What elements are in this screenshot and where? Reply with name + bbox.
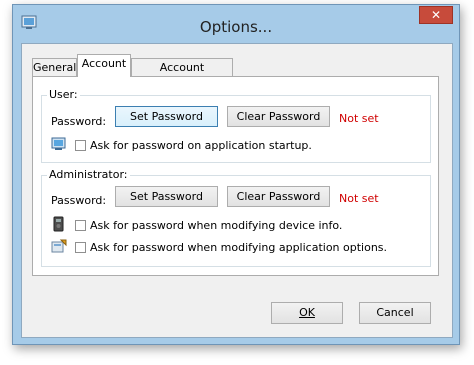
admin-password-label: Password: bbox=[51, 194, 107, 207]
admin-set-password-button[interactable]: Set Password bbox=[115, 186, 218, 207]
cancel-button-label: Cancel bbox=[376, 306, 414, 319]
tab-general[interactable]: General bbox=[32, 58, 77, 76]
monitor-icon bbox=[51, 137, 66, 150]
startup-password-label[interactable]: Ask for password on application startup. bbox=[90, 139, 312, 152]
user-password-label: Password: bbox=[51, 115, 107, 128]
device-info-password-checkbox[interactable] bbox=[75, 220, 86, 231]
dialog-client-area: General Account Account (Network) User: … bbox=[21, 43, 453, 338]
options-window: Options... ✕ General Account Account (Ne… bbox=[12, 4, 460, 345]
admin-clear-password-button[interactable]: Clear Password bbox=[227, 186, 330, 207]
admin-password-status: Not set bbox=[339, 192, 379, 205]
account-tab-panel: User: Password: Set Password Clear Passw… bbox=[32, 76, 439, 276]
user-set-password-button[interactable]: Set Password bbox=[115, 106, 218, 127]
app-options-password-checkbox[interactable] bbox=[75, 242, 86, 253]
close-icon: ✕ bbox=[430, 8, 442, 22]
ok-button-label: OK bbox=[299, 306, 315, 319]
user-clear-password-button[interactable]: Clear Password bbox=[227, 106, 330, 127]
tab-account[interactable]: Account bbox=[77, 54, 131, 77]
device-icon bbox=[53, 216, 64, 232]
settings-icon bbox=[51, 239, 67, 253]
tab-general-label: General bbox=[33, 61, 77, 74]
user-group-label: User: bbox=[47, 88, 80, 101]
cancel-button[interactable]: Cancel bbox=[359, 302, 431, 324]
startup-password-checkbox[interactable] bbox=[75, 140, 86, 151]
tab-account-network[interactable]: Account (Network) bbox=[131, 58, 233, 91]
window-title: Options... bbox=[199, 18, 273, 36]
app-options-password-label[interactable]: Ask for password when modifying applicat… bbox=[90, 241, 387, 254]
title-bar[interactable]: Options... ✕ bbox=[13, 5, 459, 45]
administrator-group-label: Administrator: bbox=[47, 168, 130, 181]
device-info-password-label[interactable]: Ask for password when modifying device i… bbox=[90, 219, 342, 232]
ok-button[interactable]: OK bbox=[271, 302, 343, 324]
user-password-status: Not set bbox=[339, 112, 379, 125]
tab-account-label: Account bbox=[81, 57, 127, 70]
close-button[interactable]: ✕ bbox=[419, 6, 453, 24]
